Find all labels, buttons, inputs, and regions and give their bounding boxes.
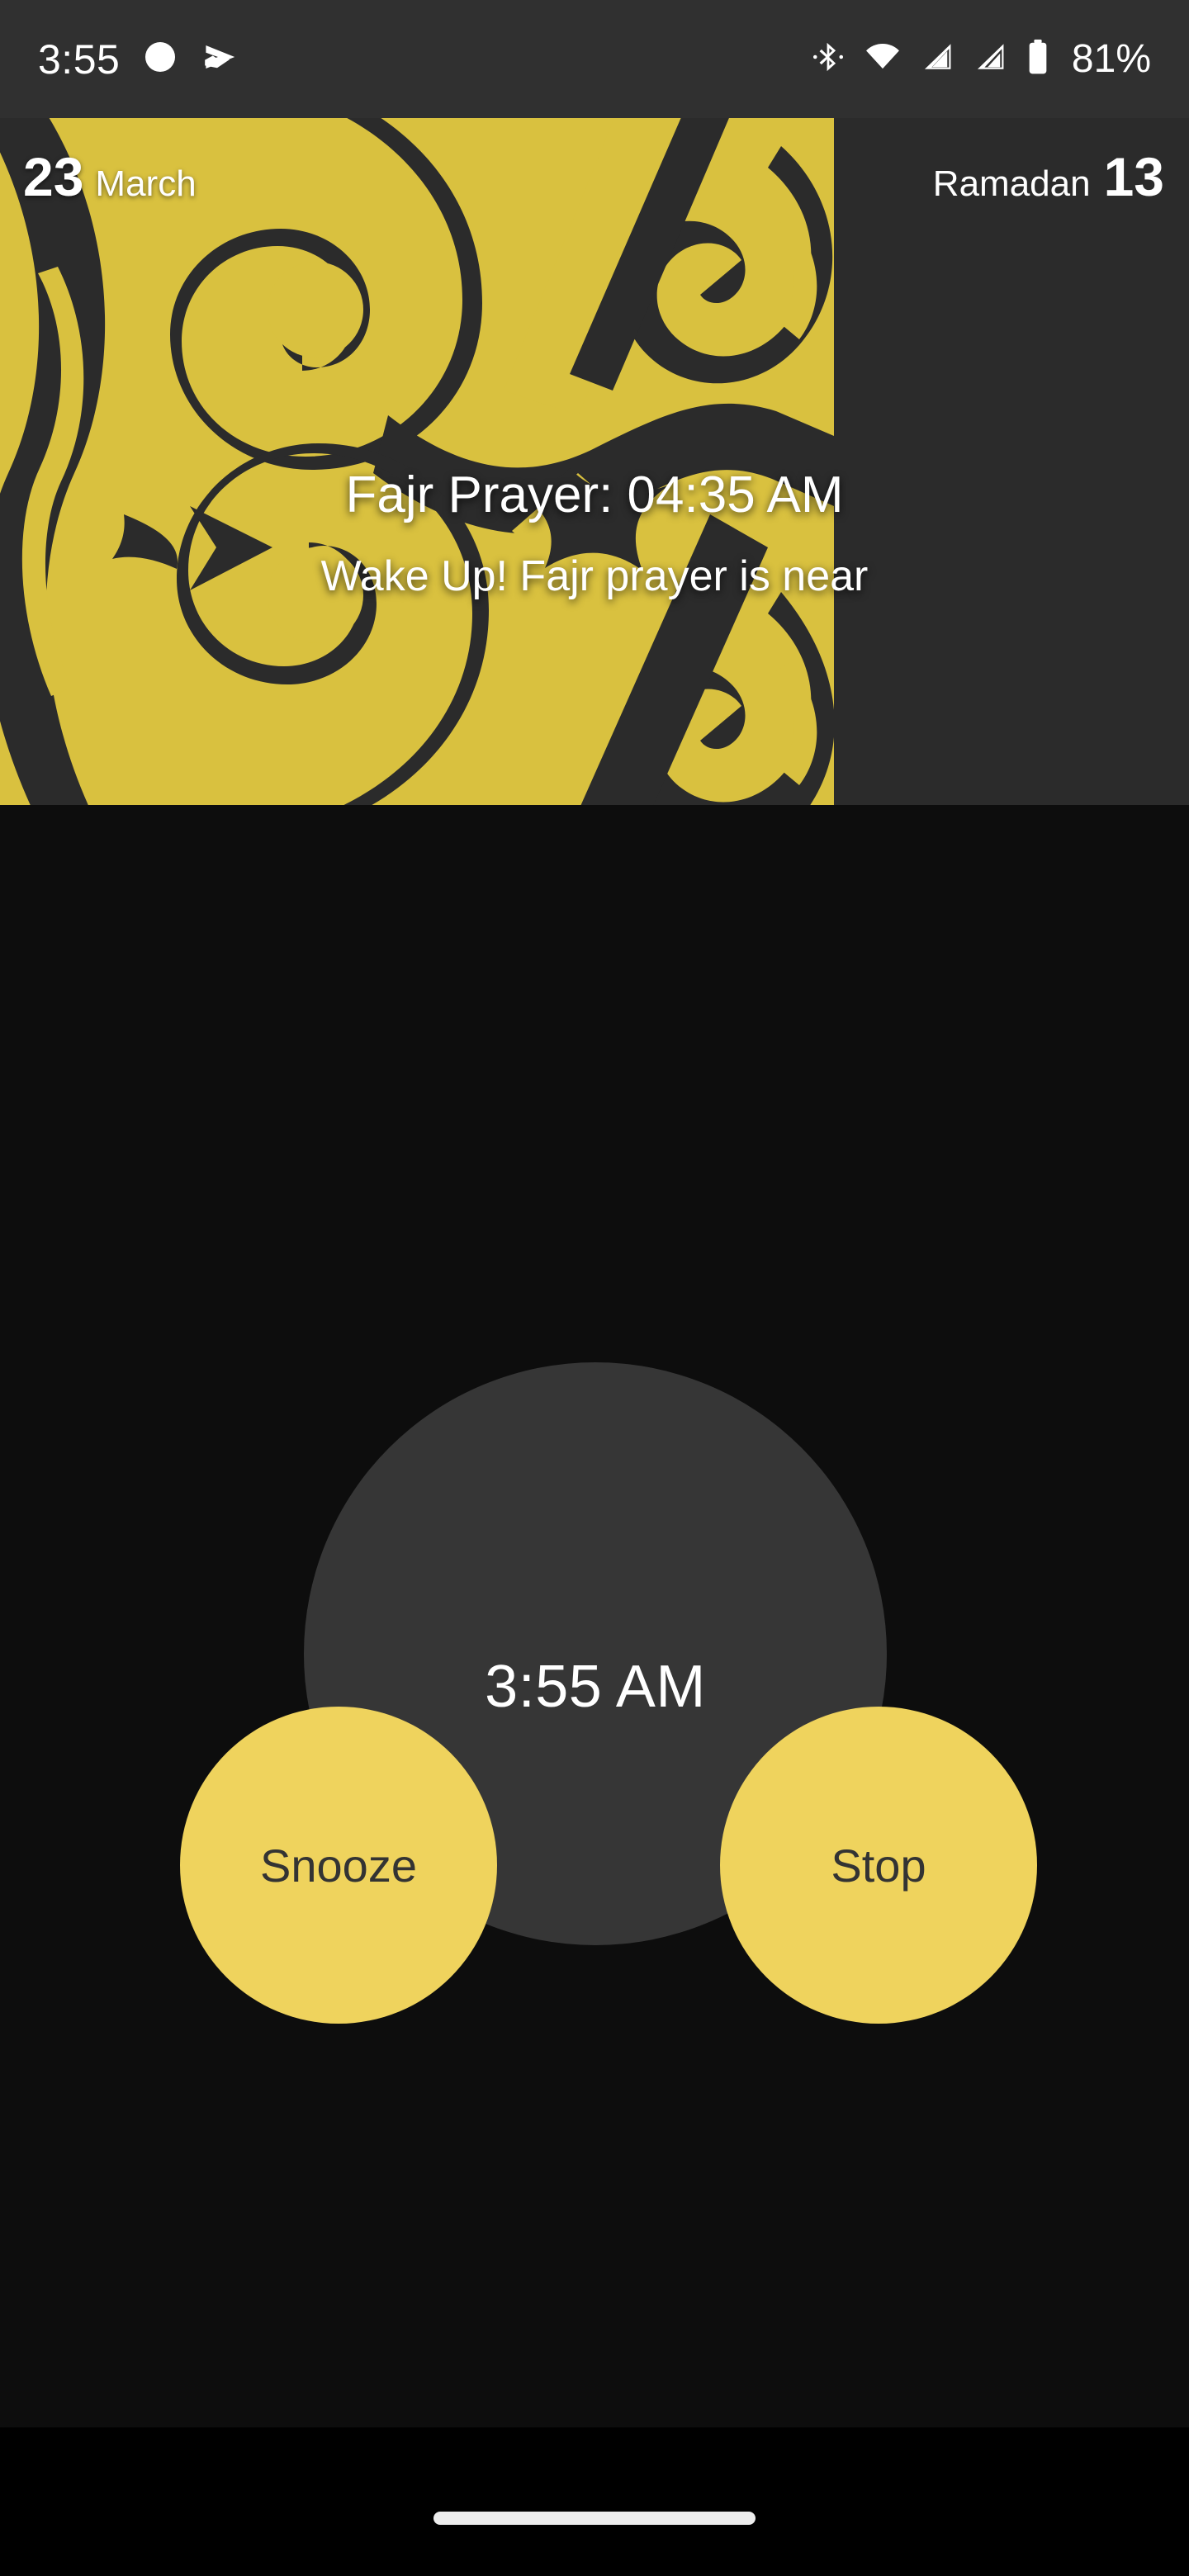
battery-percentage: 81%	[1071, 36, 1151, 81]
status-bar-right: 81%	[811, 38, 1151, 80]
status-bar-clock: 3:55	[38, 36, 121, 83]
prayer-title: Fajr Prayer: 04:35 AM	[345, 466, 844, 523]
gregorian-day: 23	[23, 146, 84, 207]
prayer-notification-banner[interactable]: 23 March Ramadan 13 Fajr Prayer: 04:35 A…	[0, 118, 1189, 805]
status-bar-left: 3:55	[38, 37, 240, 81]
islamic-arabesque-pattern	[0, 118, 834, 805]
hijri-date: Ramadan 13	[933, 149, 1164, 204]
alarm-screen-body: 3:55 AM Snooze Stop	[0, 805, 1189, 2427]
home-gesture-pill[interactable]	[433, 2512, 756, 2525]
prayer-subtitle: Wake Up! Fajr prayer is near	[320, 552, 869, 601]
signal-sim2-icon	[973, 40, 1007, 78]
phone-screen: 3:55 81% 23 March Ramadan 13 Fajr Prayer…	[0, 0, 1189, 2576]
app-notification-icon	[201, 37, 240, 81]
signal-sim1-icon	[920, 40, 955, 78]
status-bar: 3:55 81%	[0, 0, 1189, 118]
bluetooth-icon	[811, 40, 846, 78]
system-navigation-bar	[0, 2427, 1189, 2576]
gregorian-month: March	[95, 163, 197, 204]
hijri-month: Ramadan	[932, 163, 1091, 204]
battery-icon	[1026, 38, 1050, 80]
dnd-moon-icon	[141, 38, 179, 80]
stop-button[interactable]: Stop	[720, 1707, 1037, 2024]
snooze-button[interactable]: Snooze	[180, 1707, 497, 2024]
banner-message: Fajr Prayer: 04:35 AM Wake Up! Fajr pray…	[0, 465, 1189, 603]
hijri-day: 13	[1103, 146, 1164, 207]
wifi-icon	[864, 38, 902, 80]
gregorian-date: 23 March	[23, 149, 197, 204]
alarm-controls-cluster: 3:55 AM Snooze Stop	[0, 805, 1189, 2427]
alarm-current-time: 3:55 AM	[485, 1654, 706, 1720]
